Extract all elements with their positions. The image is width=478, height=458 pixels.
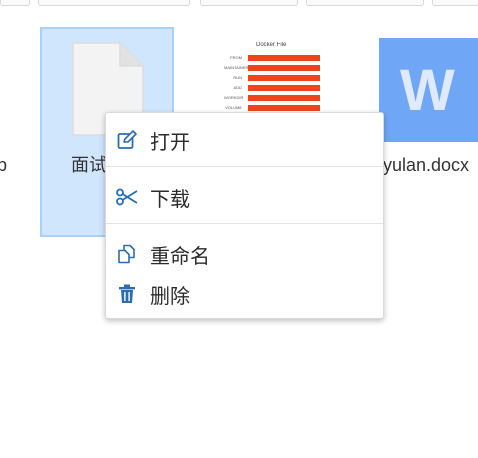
thumbnail-row: VOLUME — [224, 104, 320, 112]
copy-icon — [116, 243, 138, 265]
menu-item-delete[interactable]: 删除 — [106, 276, 383, 312]
thumbnail-row-label: WORKDIR — [224, 95, 244, 100]
menu-item-open[interactable]: 打开 — [106, 122, 383, 158]
thumbnail-title: Docker File — [256, 42, 287, 48]
context-menu: 打开 下载 重命名 删除 — [105, 112, 384, 319]
edit-icon — [116, 129, 138, 151]
thumbnail-row: RUN — [224, 74, 320, 82]
file-name[interactable]: yulan.docx — [383, 154, 469, 176]
thumbnail-row-bar — [248, 55, 320, 61]
thumbnail-row-bar — [248, 75, 320, 81]
image-thumbnail[interactable]: Docker File FROM MAINTAINER RUN ADD WORK… — [222, 42, 320, 116]
thumbnail-row: WORKDIR — [224, 94, 320, 102]
thumbnail-row: MAINTAINER — [224, 64, 320, 72]
trash-icon — [116, 283, 138, 305]
thumbnail-row-bar — [248, 85, 320, 91]
menu-item-label: 下载 — [150, 188, 190, 211]
word-letter: W — [400, 58, 455, 123]
menu-divider — [106, 166, 383, 167]
menu-item-label: 重命名 — [150, 245, 210, 268]
file-name[interactable]: 面试 — [71, 154, 107, 176]
menu-divider — [106, 223, 383, 224]
thumbnail-row-bar — [248, 95, 320, 101]
menu-item-rename[interactable]: 重命名 — [106, 236, 383, 272]
thumbnail-row-bar — [248, 65, 320, 71]
thumbnail-row: FROM — [224, 54, 320, 62]
thumbnail-row-label: FROM — [230, 55, 242, 60]
menu-item-label: 删除 — [150, 285, 190, 308]
thumbnail-row-bar — [248, 105, 320, 111]
menu-item-label: 打开 — [150, 131, 190, 154]
scissors-icon — [116, 186, 138, 208]
file-name[interactable]: p — [0, 154, 7, 176]
thumbnail-row-label: VOLUME — [225, 105, 242, 110]
thumbnail-row-label: MAINTAINER — [224, 65, 249, 70]
thumbnail-row: ADD — [224, 84, 320, 92]
thumbnail-row-label: ADD — [233, 85, 242, 90]
thumbnail-row-label: RUN — [233, 75, 242, 80]
menu-item-download[interactable]: 下载 — [106, 179, 383, 215]
